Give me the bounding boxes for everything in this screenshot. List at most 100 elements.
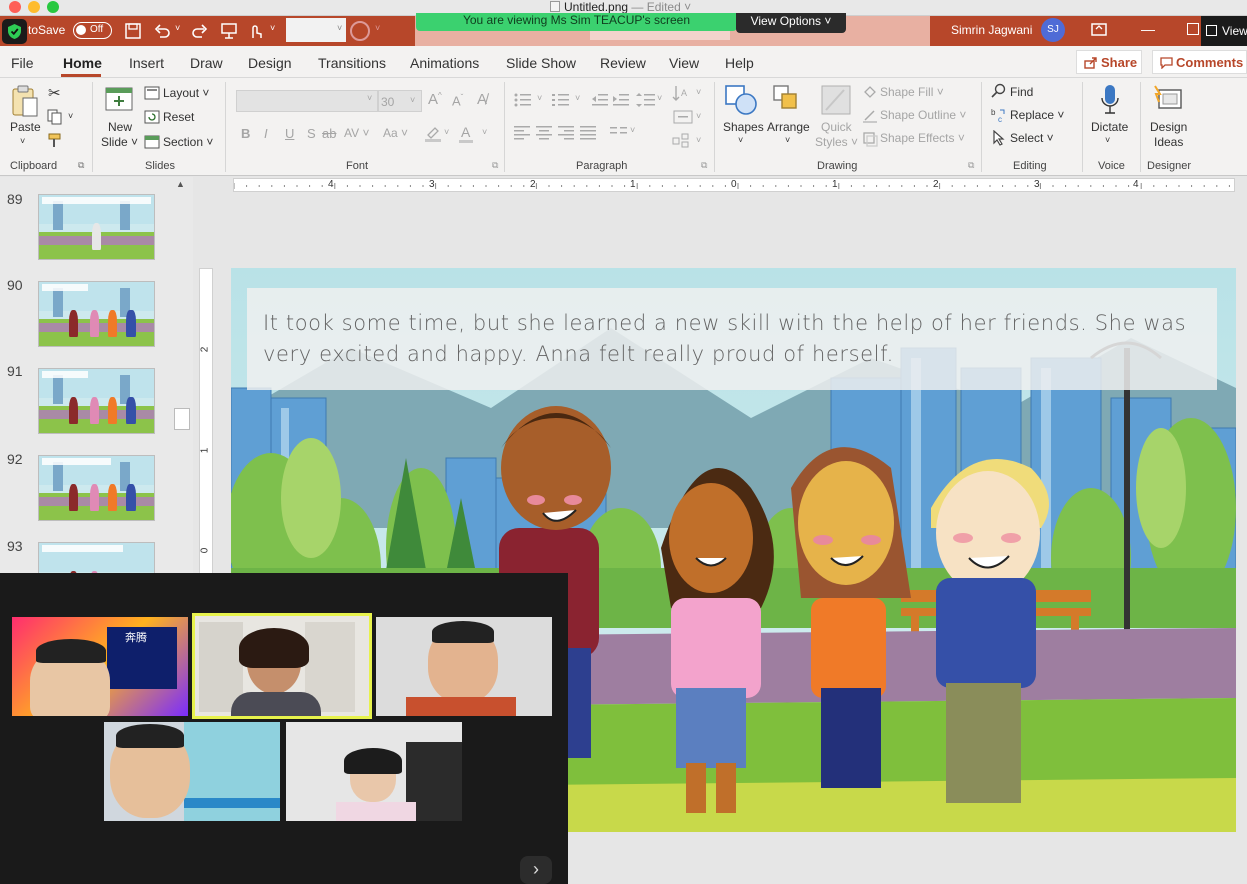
copy-icon[interactable] [47,109,63,125]
shape-outline-button[interactable]: Shape Outline ˅ [880,108,966,122]
decrease-indent-icon[interactable] [592,92,608,108]
reset-button[interactable]: Reset [163,110,194,124]
shapes-button[interactable]: Shapes [723,120,764,134]
find-button[interactable]: Find [1010,85,1033,99]
design-ideas-icon[interactable] [1151,84,1183,114]
bold-button[interactable]: B [241,126,250,141]
clipboard-dialog-launcher[interactable]: ⧉ [78,160,84,171]
zoom-security-icon[interactable] [2,19,27,44]
tab-insert[interactable]: Insert [129,55,164,71]
cut-icon[interactable]: ✂ [48,84,61,102]
text-direction-dropdown[interactable]: ˅ [696,87,701,97]
touch-mode-icon[interactable] [246,21,266,41]
highlight-dropdown[interactable]: ˅ [444,127,449,137]
arrange-icon[interactable] [772,84,804,116]
tab-help[interactable]: Help [725,55,754,71]
section-icon[interactable] [144,135,160,149]
replace-icon[interactable]: bc [991,107,1007,123]
smartart-dropdown[interactable]: ˅ [696,135,701,145]
bullets-icon[interactable] [514,92,532,108]
font-name-field[interactable] [236,90,378,112]
design-ideas-label[interactable]: Design [1150,120,1187,134]
participant-tile[interactable] [104,722,280,821]
paste-icon[interactable] [9,84,39,118]
section-button[interactable]: Section ˅ [163,135,213,149]
shadow-button[interactable]: S [307,126,316,141]
slide-thumbnail[interactable] [38,194,155,260]
increase-indent-icon[interactable] [613,92,629,108]
share-button[interactable]: Share [1076,50,1142,74]
quick-styles-icon[interactable] [820,84,852,116]
tab-view[interactable]: View [669,55,699,71]
shape-fill-icon[interactable] [862,84,878,100]
minimize-ribbon-icon[interactable]: — [1141,21,1155,37]
paste-dropdown[interactable]: ˅ [20,136,25,146]
bullets-dropdown[interactable]: ˅ [537,93,542,103]
arrange-button[interactable]: Arrange [767,120,810,134]
shape-effects-button[interactable]: Shape Effects ˅ [880,131,965,145]
undo-icon[interactable] [153,22,171,40]
gallery-next-page-button[interactable]: › [520,856,552,884]
format-painter-icon[interactable] [47,133,63,149]
underline-button[interactable]: U [285,126,294,141]
font-size-dropdown[interactable]: ˅ [410,95,415,105]
minimize-window-button[interactable] [28,1,40,13]
quick-styles-label[interactable]: Quick [821,120,852,134]
shapes-icon[interactable] [724,84,758,116]
redo-icon[interactable] [191,22,209,40]
tab-animations[interactable]: Animations [410,55,479,71]
scrollbar-thumb[interactable] [174,408,190,430]
comments-button[interactable]: Comments [1152,50,1247,74]
tab-design[interactable]: Design [248,55,292,71]
align-text-icon[interactable] [672,109,694,125]
customize-qat-dropdown[interactable]: ˅ [270,23,275,33]
slide-thumbnail[interactable] [38,281,155,347]
strikethrough-icon[interactable]: ab [322,126,336,141]
tab-draw[interactable]: Draw [190,55,223,71]
font-dialog-launcher[interactable]: ⧉ [492,160,498,171]
view-options-button[interactable]: View Options ˅ [736,13,846,33]
font-name-dropdown[interactable]: ˅ [367,93,372,103]
shape-fill-button[interactable]: Shape Fill ˅ [880,85,944,99]
numbering-dropdown[interactable]: ˅ [575,93,580,103]
line-spacing-icon[interactable] [636,92,656,108]
paragraph-dialog-launcher[interactable]: ⧉ [701,160,707,171]
new-slide-label[interactable]: New [108,120,132,134]
tab-slide-show[interactable]: Slide Show [506,55,576,71]
tab-home[interactable]: Home [63,55,102,71]
participant-tile[interactable]: 奔腾 [12,617,188,716]
align-right-icon[interactable] [558,124,574,140]
reset-icon[interactable] [144,110,160,124]
grow-font-icon[interactable]: A^ [428,91,442,108]
color-qat-dropdown[interactable]: ˅ [375,23,380,33]
clear-formatting-icon[interactable]: A̸ [477,91,487,108]
italic-button[interactable]: I [264,126,268,141]
replace-button[interactable]: Replace ˅ [1010,108,1064,122]
close-window-button[interactable] [9,1,21,13]
align-left-icon[interactable] [514,124,530,140]
paste-label[interactable]: Paste [10,120,41,134]
tab-file[interactable]: File [11,55,34,71]
present-icon[interactable] [219,21,239,41]
design-ideas-label-2[interactable]: Ideas [1154,135,1183,149]
quick-styles-dropdown[interactable]: Styles ˅ [815,135,858,149]
scroll-up-icon[interactable]: ▲ [176,179,185,189]
select-button[interactable]: Select ˅ [1010,131,1054,145]
copy-dropdown[interactable]: ˅ [68,111,73,121]
participant-tile[interactable] [286,722,462,821]
smartart-icon[interactable] [672,133,694,149]
tab-review[interactable]: Review [600,55,646,71]
shape-effects-icon[interactable] [862,131,878,147]
slide-thumbnail[interactable] [38,368,155,434]
font-qat-dropdown[interactable]: ˅ [337,23,342,33]
align-center-icon[interactable] [536,124,552,140]
caption-text[interactable]: It took some time, but she learned a new… [263,308,1213,370]
dictate-button[interactable]: Dictate [1091,120,1128,134]
active-speaker-tile[interactable] [192,613,372,719]
layout-button[interactable]: Layout ˅ [163,86,209,100]
participant-tile[interactable] [376,617,552,716]
slide-thumbnail[interactable] [38,455,155,521]
text-direction-icon[interactable]: A [672,84,694,102]
line-spacing-dropdown[interactable]: ˅ [657,93,662,103]
ribbon-display-options-icon[interactable] [1090,22,1108,38]
